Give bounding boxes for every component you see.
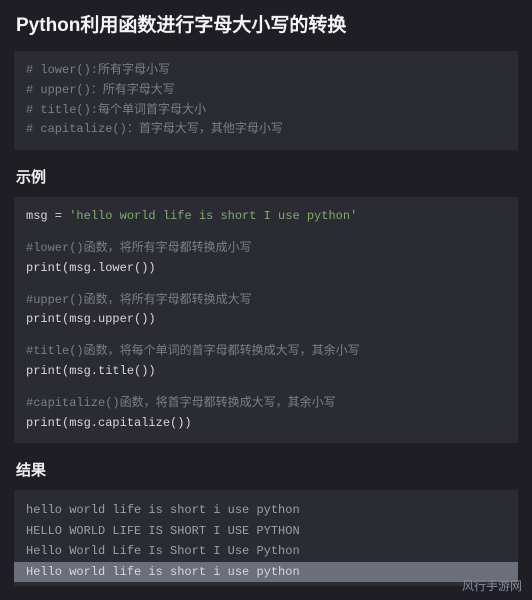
result-line: hello world life is short i use python bbox=[26, 500, 506, 520]
string-token: 'hello world life is short I use python' bbox=[69, 209, 357, 223]
assignment-line: msg = 'hello world life is short I use p… bbox=[26, 207, 506, 227]
example-code-block: msg = 'hello world life is short I use p… bbox=[14, 197, 518, 443]
intro-comment-line: # lower():所有字母小写 bbox=[26, 61, 506, 81]
intro-comment-line: # upper()：所有字母大写 bbox=[26, 81, 506, 101]
page-title: Python利用函数进行字母大小写的转换 bbox=[0, 0, 532, 51]
result-line: HELLO WORLD LIFE IS SHORT I USE PYTHON bbox=[26, 521, 506, 541]
intro-comment-line: # title():每个单词首字母大小 bbox=[26, 101, 506, 121]
op-token: = bbox=[48, 209, 70, 223]
intro-code-block: # lower():所有字母小写 # upper()：所有字母大写 # titl… bbox=[14, 51, 518, 150]
result-heading: 结果 bbox=[0, 457, 532, 490]
blank-line bbox=[26, 227, 506, 239]
intro-comment-line: # capitalize()：首字母大写，其他字母小写 bbox=[26, 120, 506, 140]
watermark: 风行手游网 bbox=[462, 577, 522, 594]
blank-line bbox=[26, 330, 506, 342]
example-call: print(msg.lower()) bbox=[26, 259, 506, 279]
example-comment: #lower()函数，将所有字母都转换成小写 bbox=[26, 239, 506, 259]
example-heading: 示例 bbox=[0, 164, 532, 197]
example-call: print(msg.title()) bbox=[26, 362, 506, 382]
example-comment: #capitalize()函数，将首字母都转换成大写，其余小写 bbox=[26, 394, 506, 414]
example-comment: #title()函数，将每个单词的首字母都转换成大写，其余小写 bbox=[26, 342, 506, 362]
example-comment: #upper()函数，将所有字母都转换成大写 bbox=[26, 291, 506, 311]
example-call: print(msg.capitalize()) bbox=[26, 414, 506, 434]
blank-line bbox=[26, 279, 506, 291]
blank-line bbox=[26, 382, 506, 394]
result-block: hello world life is short i use python H… bbox=[14, 490, 518, 586]
result-line: Hello World Life Is Short I Use Python bbox=[26, 541, 506, 561]
example-call: print(msg.upper()) bbox=[26, 310, 506, 330]
result-line-highlight: Hello world life is short i use python bbox=[14, 562, 518, 582]
var-token: msg bbox=[26, 209, 48, 223]
